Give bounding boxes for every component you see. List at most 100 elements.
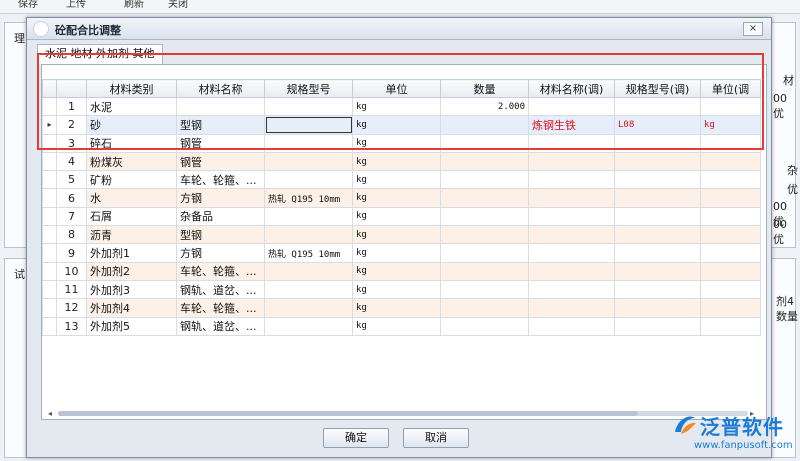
table-row[interactable]: 1 水泥 kg 2.000 bbox=[42, 96, 761, 117]
name-cell[interactable]: 车轮、轮箍、... bbox=[176, 170, 265, 190]
quantity-cell[interactable] bbox=[440, 206, 529, 227]
cancel-button[interactable]: 取消 bbox=[403, 428, 469, 448]
adjusted-unit-cell[interactable] bbox=[700, 170, 761, 190]
name-cell[interactable] bbox=[176, 96, 265, 117]
adjusted-name-cell[interactable] bbox=[528, 225, 615, 245]
unit-cell[interactable]: kg bbox=[352, 151, 441, 172]
bg-save-button[interactable]: 保存 bbox=[18, 0, 38, 10]
tab-material-types[interactable]: 水泥 地材 外加剂 其他 bbox=[37, 44, 163, 64]
quantity-cell[interactable] bbox=[440, 225, 529, 245]
spec-cell[interactable] bbox=[264, 279, 353, 300]
adjusted-spec-cell[interactable] bbox=[614, 279, 701, 300]
spec-cell[interactable] bbox=[264, 133, 353, 153]
adjusted-unit-cell[interactable] bbox=[700, 188, 761, 208]
category-cell[interactable]: 水泥 bbox=[86, 96, 177, 117]
scrollbar-thumb[interactable] bbox=[58, 411, 638, 416]
table-row[interactable]: 11 外加剂3 钢轨、道岔、... kg bbox=[42, 279, 761, 300]
column-header[interactable]: 数量 bbox=[440, 79, 529, 98]
adjusted-name-cell[interactable] bbox=[528, 188, 615, 208]
row-indicator[interactable] bbox=[42, 188, 57, 208]
adjusted-name-cell[interactable] bbox=[528, 206, 615, 227]
name-cell[interactable]: 钢轨、道岔、... bbox=[176, 316, 265, 336]
adjusted-spec-cell[interactable] bbox=[614, 261, 701, 281]
category-cell[interactable]: 外加剂4 bbox=[86, 298, 177, 318]
category-cell[interactable]: 矿粉 bbox=[86, 170, 177, 190]
spec-cell[interactable] bbox=[264, 316, 353, 336]
row-indicator[interactable] bbox=[42, 133, 57, 153]
dialog-titlebar[interactable]: 砼配合比调整 × bbox=[27, 18, 771, 40]
bg-refresh-button[interactable]: 刷新 bbox=[124, 0, 144, 10]
adjusted-name-cell[interactable] bbox=[528, 261, 615, 281]
table-row[interactable]: 13 外加剂5 钢轨、道岔、... kg bbox=[42, 316, 761, 336]
category-cell[interactable]: 外加剂2 bbox=[86, 261, 177, 281]
row-indicator[interactable] bbox=[42, 243, 57, 263]
row-indicator[interactable] bbox=[42, 206, 57, 227]
table-row[interactable]: 9 外加剂1 方钢 热轧 Q195 10mm kg bbox=[42, 243, 761, 263]
name-cell[interactable]: 型钢 bbox=[176, 115, 265, 135]
spec-cell[interactable] bbox=[264, 225, 353, 245]
spec-cell[interactable] bbox=[264, 206, 353, 227]
row-indicator[interactable]: ▸ bbox=[42, 115, 57, 135]
unit-cell[interactable]: kg bbox=[352, 279, 441, 300]
column-header[interactable]: 规格型号(调) bbox=[614, 79, 701, 98]
adjusted-spec-cell[interactable] bbox=[614, 151, 701, 172]
adjusted-spec-cell[interactable] bbox=[614, 316, 701, 336]
row-indicator[interactable] bbox=[42, 298, 57, 318]
column-header[interactable]: 材料名称 bbox=[176, 79, 265, 98]
table-row[interactable]: 5 矿粉 车轮、轮箍、... kg bbox=[42, 170, 761, 190]
quantity-cell[interactable] bbox=[440, 170, 529, 190]
adjusted-unit-cell[interactable] bbox=[700, 206, 761, 227]
material-grid[interactable]: 材料类别 材料名称 规格型号 单位 数量 材料名称(调) 规格型号(调) 单位(… bbox=[41, 64, 767, 420]
category-cell[interactable]: 砂 bbox=[86, 115, 177, 135]
unit-cell[interactable]: kg bbox=[352, 316, 441, 336]
adjusted-unit-cell[interactable] bbox=[700, 151, 761, 172]
quantity-cell[interactable]: 2.000 bbox=[440, 96, 529, 117]
name-cell[interactable]: 型钢 bbox=[176, 225, 265, 245]
adjusted-name-cell[interactable] bbox=[528, 133, 615, 153]
adjusted-name-cell[interactable] bbox=[528, 316, 615, 336]
unit-cell[interactable]: kg bbox=[352, 225, 441, 245]
unit-cell[interactable]: kg bbox=[352, 188, 441, 208]
name-cell[interactable]: 车轮、轮箍、... bbox=[176, 298, 265, 318]
category-cell[interactable]: 外加剂3 bbox=[86, 279, 177, 300]
adjusted-name-cell[interactable] bbox=[528, 243, 615, 263]
category-cell[interactable]: 外加剂5 bbox=[86, 316, 177, 336]
adjusted-spec-cell[interactable] bbox=[614, 243, 701, 263]
quantity-cell[interactable] bbox=[440, 151, 529, 172]
name-cell[interactable]: 方钢 bbox=[176, 243, 265, 263]
unit-cell[interactable]: kg bbox=[352, 261, 441, 281]
row-indicator[interactable] bbox=[42, 96, 57, 117]
adjusted-spec-cell[interactable]: L08 bbox=[614, 115, 701, 135]
table-row[interactable]: 4 粉煤灰 钢管 kg bbox=[42, 151, 761, 172]
spec-cell[interactable] bbox=[264, 115, 353, 135]
adjusted-spec-cell[interactable] bbox=[614, 298, 701, 318]
table-row[interactable]: ▸ 2 砂型钢 kg 炼钢生铁 L08 kg bbox=[42, 115, 761, 135]
spec-cell[interactable]: 热轧 Q195 10mm bbox=[264, 243, 353, 263]
spec-cell[interactable] bbox=[264, 151, 353, 172]
unit-cell[interactable]: kg bbox=[352, 133, 441, 153]
close-button[interactable]: × bbox=[743, 22, 763, 36]
adjusted-unit-cell[interactable] bbox=[700, 96, 761, 117]
adjusted-unit-cell[interactable]: kg bbox=[700, 115, 761, 135]
spec-cell[interactable]: 热轧 Q195 10mm bbox=[264, 188, 353, 208]
quantity-cell[interactable] bbox=[440, 298, 529, 318]
row-indicator[interactable] bbox=[42, 225, 57, 245]
name-cell[interactable]: 方钢 bbox=[176, 188, 265, 208]
quantity-cell[interactable] bbox=[440, 279, 529, 300]
quantity-cell[interactable] bbox=[440, 261, 529, 281]
quantity-cell[interactable] bbox=[440, 133, 529, 153]
table-row[interactable]: 12 外加剂4 车轮、轮箍、... kg bbox=[42, 298, 761, 318]
name-cell[interactable]: 车轮、轮箍、... bbox=[176, 261, 265, 281]
column-header[interactable]: 材料名称(调) bbox=[528, 79, 615, 98]
name-cell[interactable]: 钢管 bbox=[176, 133, 265, 153]
column-header[interactable]: 单位 bbox=[352, 79, 441, 98]
category-cell[interactable]: 粉煤灰 bbox=[86, 151, 177, 172]
adjusted-unit-cell[interactable] bbox=[700, 133, 761, 153]
adjusted-unit-cell[interactable] bbox=[700, 279, 761, 300]
spec-cell[interactable] bbox=[264, 261, 353, 281]
table-row[interactable]: 3 碎石 钢管 kg bbox=[42, 133, 761, 153]
column-header[interactable]: 规格型号 bbox=[264, 79, 353, 98]
adjusted-spec-cell[interactable] bbox=[614, 170, 701, 190]
name-cell[interactable]: 杂备品 bbox=[176, 206, 265, 227]
row-indicator[interactable] bbox=[42, 279, 57, 300]
